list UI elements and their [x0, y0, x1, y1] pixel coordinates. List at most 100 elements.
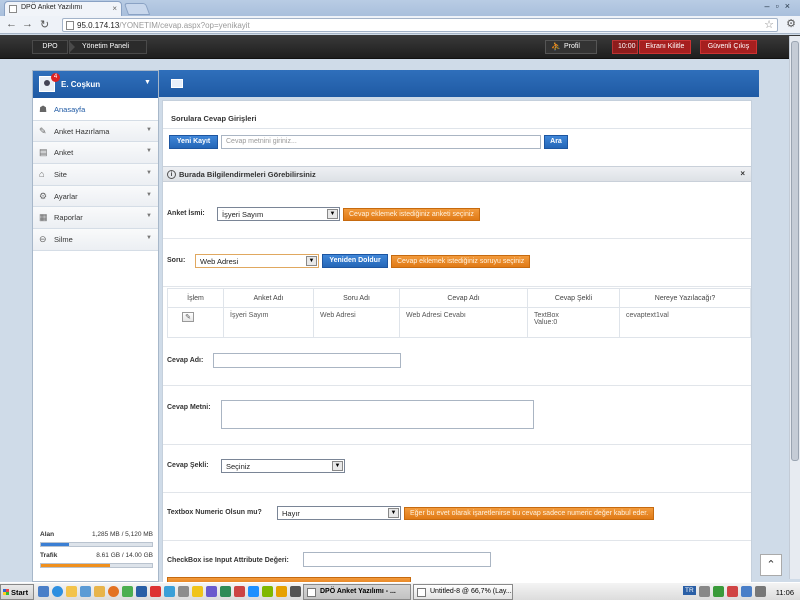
- forward-arrow-icon[interactable]: →: [22, 18, 33, 30]
- question-label: Soru:: [167, 257, 186, 264]
- bookmark-star-icon[interactable]: ☆: [764, 18, 774, 31]
- search-input[interactable]: Cevap metnini giriniz...: [221, 135, 541, 149]
- language-indicator[interactable]: TR: [683, 586, 696, 595]
- app-icon[interactable]: [276, 586, 287, 597]
- show-desktop-icon[interactable]: [38, 586, 49, 597]
- window-controls[interactable]: –▫×: [765, 1, 796, 11]
- numeric-selected-value: Hayır: [282, 509, 300, 518]
- question-select[interactable]: Web Adresi ▼: [195, 254, 319, 268]
- answer-name-label: Cevap Adı:: [167, 357, 204, 364]
- target-cell: cevaptext1val: [619, 307, 751, 338]
- browser-icon: [307, 588, 316, 597]
- url-host: 95.0.174.13: [77, 21, 120, 30]
- lock-screen-button[interactable]: Ekranı Kilitle: [639, 40, 691, 54]
- answer-text-row: Cevap Metni:: [163, 387, 751, 445]
- media-player-icon[interactable]: [80, 586, 91, 597]
- sidebar-item-ayarlar[interactable]: ⚙ Ayarlar ▼: [33, 185, 158, 208]
- page-scrollbar[interactable]: [789, 36, 800, 579]
- profile-button[interactable]: ⛹ Profil: [545, 40, 597, 54]
- sidebar-item-label: Ayarlar: [54, 191, 78, 201]
- chevron-down-icon: ▼: [327, 209, 338, 219]
- start-button[interactable]: Start: [0, 584, 34, 600]
- session-timer: 10:00: [612, 40, 638, 54]
- answer-shape-cell: TextBox Value:0: [527, 307, 620, 338]
- answer-shape-value: Value:0: [534, 319, 558, 326]
- chevron-down-icon: ▼: [146, 191, 152, 198]
- close-icon[interactable]: ×: [740, 169, 745, 178]
- clock: 11:06: [775, 588, 794, 597]
- volume-icon[interactable]: [741, 586, 752, 597]
- sidebar-item-site[interactable]: ⌂ Site ▼: [33, 164, 158, 186]
- survey-row: Anket İsmi: İşyeri Sayım ▼ Cevap eklemek…: [163, 183, 751, 239]
- column-header: Cevap Şekli: [527, 288, 620, 308]
- tray-icon[interactable]: [727, 586, 738, 597]
- notification-badge[interactable]: 4: [51, 73, 60, 82]
- app-icon[interactable]: [248, 586, 259, 597]
- app-icon[interactable]: [192, 586, 203, 597]
- address-bar[interactable]: 95.0.174.13/YONETIM/cevap.aspx?op=yenika…: [62, 18, 778, 32]
- column-header: Anket Adı: [223, 288, 314, 308]
- main-content: Sorulara Cevap Girişleri Yeni Kayıt Ceva…: [162, 100, 752, 600]
- app-icon[interactable]: [234, 586, 245, 597]
- scroll-to-top-button[interactable]: ⌃: [760, 554, 782, 576]
- answer-shape-row: Cevap Şekli: Seçiniz ▼: [163, 446, 751, 493]
- search-button[interactable]: Ara: [544, 135, 568, 149]
- delete-icon: ⊖: [39, 234, 47, 245]
- app-icon[interactable]: [150, 586, 161, 597]
- sidebar-item-label: Anket: [54, 148, 74, 158]
- app-icon[interactable]: [164, 586, 175, 597]
- back-arrow-icon[interactable]: ←: [6, 18, 17, 30]
- folder-icon[interactable]: [66, 586, 77, 597]
- app-icon[interactable]: [122, 586, 133, 597]
- file-manager-icon[interactable]: [94, 586, 105, 597]
- app-icon[interactable]: [178, 586, 189, 597]
- app-icon[interactable]: [206, 586, 217, 597]
- new-record-button[interactable]: Yeni Kayıt: [169, 135, 218, 149]
- close-tab-icon[interactable]: ×: [112, 4, 117, 13]
- taskbar-task-photoshop[interactable]: Untitled-8 @ 66,7% (Lay...: [413, 584, 513, 600]
- reload-icon[interactable]: ↻: [40, 18, 49, 31]
- edit-pencil-icon[interactable]: ✎: [182, 312, 194, 322]
- numeric-select[interactable]: Hayır ▼: [277, 506, 401, 520]
- wrench-menu-icon[interactable]: ⚙: [786, 17, 796, 30]
- refill-button[interactable]: Yeniden Doldur: [322, 254, 388, 268]
- breadcrumb-root[interactable]: DPO: [32, 40, 68, 54]
- app-icon[interactable]: [220, 586, 231, 597]
- firefox-icon[interactable]: [108, 586, 119, 597]
- answer-name-row: Cevap Adı:: [163, 339, 751, 386]
- sidebar-item-raporlar[interactable]: ▦ Raporlar ▼: [33, 207, 158, 230]
- tray-icon[interactable]: [713, 586, 724, 597]
- checkbox-attribute-field[interactable]: [303, 552, 491, 567]
- tray-icon[interactable]: [699, 586, 710, 597]
- sidebar-item-silme[interactable]: ⊖ Silme ▼: [33, 229, 158, 251]
- sidebar-item-anket[interactable]: ▤ Anket ▼: [33, 142, 158, 165]
- app-icon[interactable]: [290, 586, 301, 597]
- internet-explorer-icon[interactable]: [52, 586, 63, 597]
- answer-name-field[interactable]: [213, 353, 401, 368]
- chevron-down-icon[interactable]: ▼: [144, 79, 151, 86]
- answer-shape-select[interactable]: Seçiniz ▼: [221, 459, 345, 473]
- site-icon: ⌂: [39, 169, 45, 180]
- action-cell: ✎: [167, 307, 224, 338]
- numeric-hint-button[interactable]: Eğer bu evet olarak işaretlenirse bu cev…: [404, 507, 655, 520]
- survey-select[interactable]: İşyeri Sayım ▼: [217, 207, 340, 221]
- breadcrumb-panel[interactable]: Yönetim Paneli: [69, 40, 147, 54]
- new-tab-button[interactable]: [123, 3, 151, 15]
- app-icon[interactable]: [262, 586, 273, 597]
- profile-label: Profil: [564, 43, 580, 50]
- sidebar-item-anket-hazirlama[interactable]: ✎ Anket Hazırlama ▼: [33, 120, 158, 143]
- answer-text-area[interactable]: [221, 400, 534, 429]
- settings-icon: ⚙: [39, 190, 48, 201]
- photoshop-icon[interactable]: [136, 586, 147, 597]
- question-hint-button[interactable]: Cevap eklemek istediğiniz soruyu seçiniz: [391, 255, 531, 268]
- storage-progress-bar: [40, 542, 153, 547]
- storage-value: 1,285 MB / 5,120 MB: [91, 531, 153, 538]
- user-menu[interactable]: 4 E. Coşkun ▼: [33, 71, 158, 98]
- sidebar-item-anasayfa[interactable]: ☗ Anasayfa: [33, 99, 158, 121]
- network-icon[interactable]: [755, 586, 766, 597]
- survey-hint-button[interactable]: Cevap eklemek istediğiniz anketi seçiniz: [343, 208, 480, 221]
- browser-tab[interactable]: DPÖ Anket Yazılımı ×: [4, 1, 122, 16]
- taskbar-task-browser[interactable]: DPÖ Anket Yazılımı - ...: [303, 584, 411, 600]
- logout-button[interactable]: Güvenli Çıkış: [700, 40, 757, 54]
- scrollbar-thumb[interactable]: [791, 41, 799, 461]
